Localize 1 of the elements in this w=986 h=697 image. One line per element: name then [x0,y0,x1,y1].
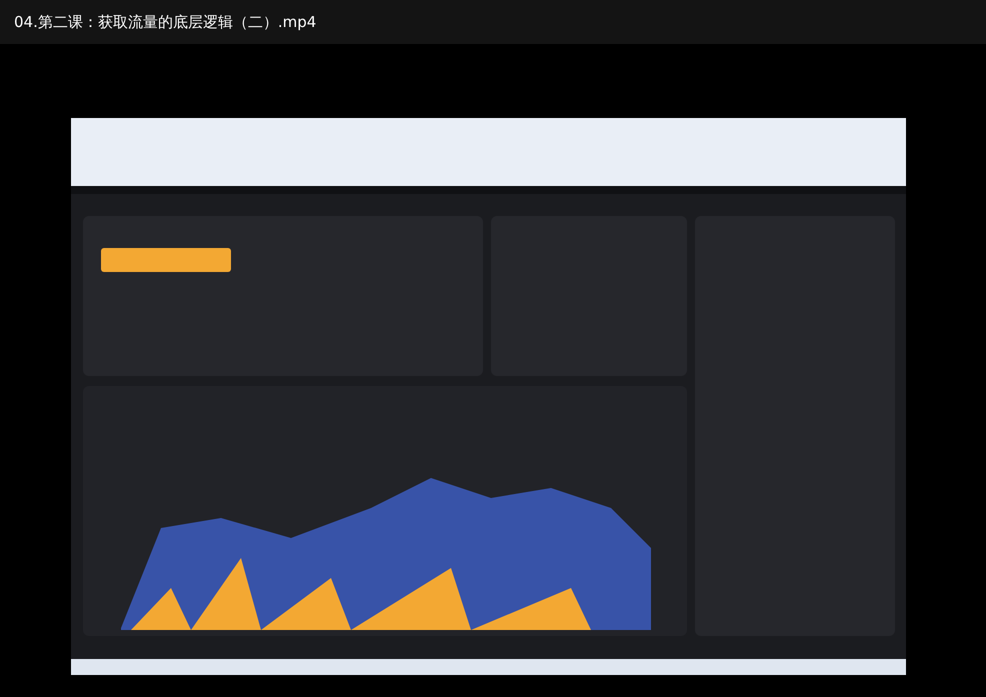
window-title: 04.第二课：获取流量的底层逻辑（二）.mp4 [14,12,316,32]
